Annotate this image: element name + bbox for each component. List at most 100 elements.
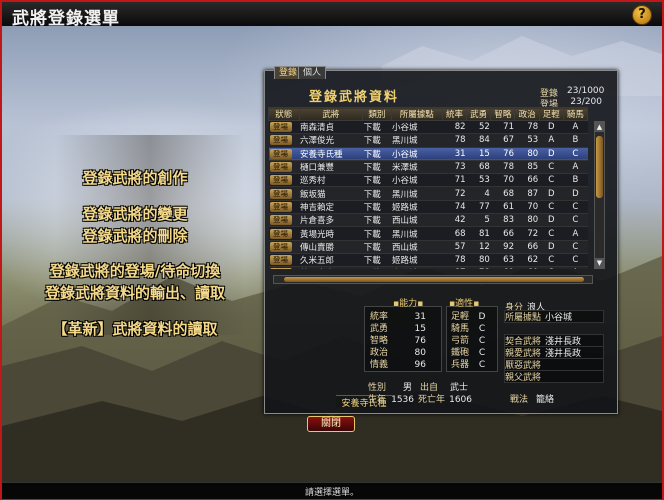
cell-intellect: 83 — [490, 213, 515, 228]
scroll-down-icon[interactable]: ▼ — [595, 258, 604, 268]
cell-type: 下載 — [362, 120, 392, 135]
col-infantry[interactable]: 足輕 — [538, 107, 564, 121]
cell-status: 登場 — [268, 266, 300, 269]
close-button[interactable]: 關閉 — [307, 416, 355, 432]
cell-name: 樋口兼豐 — [299, 160, 363, 175]
horizontal-scroll-thumb[interactable] — [284, 277, 584, 282]
ability-label: 情義 — [370, 360, 389, 370]
status-badge: 登場 — [269, 201, 292, 212]
cell-status: 登場 — [268, 253, 300, 268]
cell-infantry: A — [539, 133, 564, 148]
vertical-scrollbar[interactable]: ▲ ▼ — [594, 121, 605, 269]
ability-row: 情義 96 — [370, 357, 431, 370]
cell-valor: 5 — [466, 213, 491, 228]
cell-base: 米澤城 — [391, 160, 443, 175]
menu-delete-officer[interactable]: 登錄武將的刪除 — [0, 225, 270, 246]
cell-politics: 53 — [514, 133, 540, 148]
col-valor[interactable]: 武勇 — [466, 107, 492, 121]
cell-status: 登場 — [268, 213, 300, 228]
table-row[interactable]: 登場 片倉喜多 下載 西山城 42 5 83 80 D C — [268, 213, 588, 228]
tactic-label: 戰法 — [510, 395, 529, 405]
status-badge: 登場 — [269, 241, 292, 252]
table-row[interactable]: 登場 南森清貞 下載 小谷城 82 52 71 78 D A — [268, 120, 588, 135]
cell-status: 登場 — [268, 160, 300, 175]
cell-leadership: 57 — [442, 240, 467, 254]
relation-row: 親父武將 — [505, 370, 545, 383]
table-row[interactable]: 登場 菅野忠康下載小谷城87786960SA — [268, 266, 588, 269]
cell-politics: 80 — [514, 147, 540, 161]
col-status[interactable]: 狀態 — [268, 107, 300, 121]
table-row[interactable]: 登場 黃場光時 下載 黑川城 68 81 66 72 C A — [268, 226, 588, 241]
birth-row: 生年 1536 — [368, 392, 419, 405]
cell-cavalry: B — [563, 133, 588, 148]
col-leadership[interactable]: 統率 — [441, 107, 468, 121]
cell-cavalry: C — [563, 200, 588, 215]
cell-politics: 87 — [514, 186, 540, 201]
cell-cavalry: C — [563, 253, 588, 268]
help-button[interactable]: ? — [632, 5, 652, 25]
menu-toggle-appearance[interactable]: 登錄武將的登場/待命切換 — [0, 260, 270, 281]
cell-base: 黑川城 — [391, 133, 443, 148]
scroll-up-icon[interactable]: ▲ — [595, 122, 604, 132]
col-name[interactable]: 武將 — [298, 107, 364, 121]
cell-base: 姬路城 — [391, 200, 443, 215]
identity-base-value: 小谷城 — [545, 313, 573, 323]
table-row[interactable]: 登場 傳山賣勝 下載 西山城 57 12 92 66 D C — [268, 240, 588, 254]
cell-status: 登場 — [268, 200, 300, 215]
col-intellect[interactable]: 智略 — [490, 107, 516, 121]
cell-valor: 80 — [466, 253, 491, 268]
cell-politics: 60 — [514, 266, 540, 269]
cell-cavalry: A — [563, 160, 588, 175]
cell-infantry: C — [539, 200, 564, 215]
table-row[interactable]: 登場 神吉賴定 下載 姬路城 74 77 61 70 C C — [268, 200, 588, 215]
col-cavalry[interactable]: 騎馬 — [562, 107, 588, 121]
tactic-value: 籠絡 — [535, 395, 554, 405]
horizontal-scrollbar[interactable] — [273, 275, 593, 284]
cell-type: 下載 — [362, 200, 392, 215]
cell-intellect: 71 — [490, 120, 515, 135]
table-body: 登場 南森清貞 下載 小谷城 82 52 71 78 D A 登場 六澤俊光 下載 黑川城 78 84 67 53… — [268, 120, 588, 269]
cell-intellect: 66 — [490, 226, 515, 241]
cell-name: 傳山賣勝 — [299, 240, 363, 254]
cell-infantry: D — [539, 213, 564, 228]
cell-status: 登場 — [268, 186, 300, 201]
cell-intellect: 92 — [490, 240, 515, 254]
menu-load-kakushin-data[interactable]: 【革新】武將資料的讀取 — [0, 318, 270, 339]
scroll-thumb[interactable] — [596, 136, 603, 198]
appear-count-value: 23/200 — [570, 97, 602, 107]
cell-intellect: 68 — [490, 186, 515, 201]
cell-base: 小谷城 — [391, 266, 443, 269]
cell-politics: 80 — [514, 213, 540, 228]
cell-valor: 52 — [466, 120, 491, 135]
cell-type: 下載 — [362, 147, 392, 161]
col-type[interactable]: 類別 — [362, 107, 392, 121]
cell-name: 久米五郎 — [299, 253, 363, 268]
death-label: 死亡年 — [418, 395, 446, 405]
cell-cavalry: D — [563, 186, 588, 201]
table-row[interactable]: 登場 飯坂猫 下載 黑川城 72 4 68 87 D D — [268, 186, 588, 201]
cell-base: 西山城 — [391, 240, 443, 254]
menu-export-import[interactable]: 登錄武將資料的輸出、讀取 — [0, 282, 270, 303]
menu-create-officer[interactable]: 登錄武將的創作 — [0, 167, 270, 188]
cell-name: 神吉賴定 — [299, 200, 363, 215]
menu-edit-officer[interactable]: 登錄武將的變更 — [0, 203, 270, 224]
col-politics[interactable]: 政治 — [514, 107, 540, 121]
table-row[interactable]: 登場 久米五郎 下載 姬路城 78 80 63 62 C C — [268, 253, 588, 268]
cell-intellect: 63 — [490, 253, 515, 268]
status-bar: 請選擇選單。 — [2, 482, 662, 499]
cell-base: 黑川城 — [391, 226, 443, 241]
cell-leadership: 71 — [442, 173, 467, 188]
table-row[interactable]: 登場 六澤俊光 下載 黑川城 78 84 67 53 A B — [268, 133, 588, 148]
tab-individual[interactable]: 個人 — [298, 66, 327, 79]
table-row[interactable]: 登場 安養寺氏種 下載 小谷城 31 15 76 80 D C — [268, 147, 588, 161]
cell-base: 黑川城 — [391, 186, 443, 201]
cell-leadership: 82 — [442, 120, 467, 135]
table-row[interactable]: 登場 巡秀村 下載 小谷城 71 53 70 66 C B — [268, 173, 588, 188]
cell-cavalry: C — [563, 240, 588, 254]
cell-base: 姬路城 — [391, 253, 443, 268]
table-row[interactable]: 登場 樋口兼豐 下載 米澤城 73 68 78 85 C A — [268, 160, 588, 175]
cell-status: 登場 — [268, 173, 300, 188]
col-base[interactable]: 所屬據點 — [390, 107, 443, 121]
cell-status: 登場 — [268, 120, 300, 135]
cell-leadership: 78 — [442, 133, 467, 148]
